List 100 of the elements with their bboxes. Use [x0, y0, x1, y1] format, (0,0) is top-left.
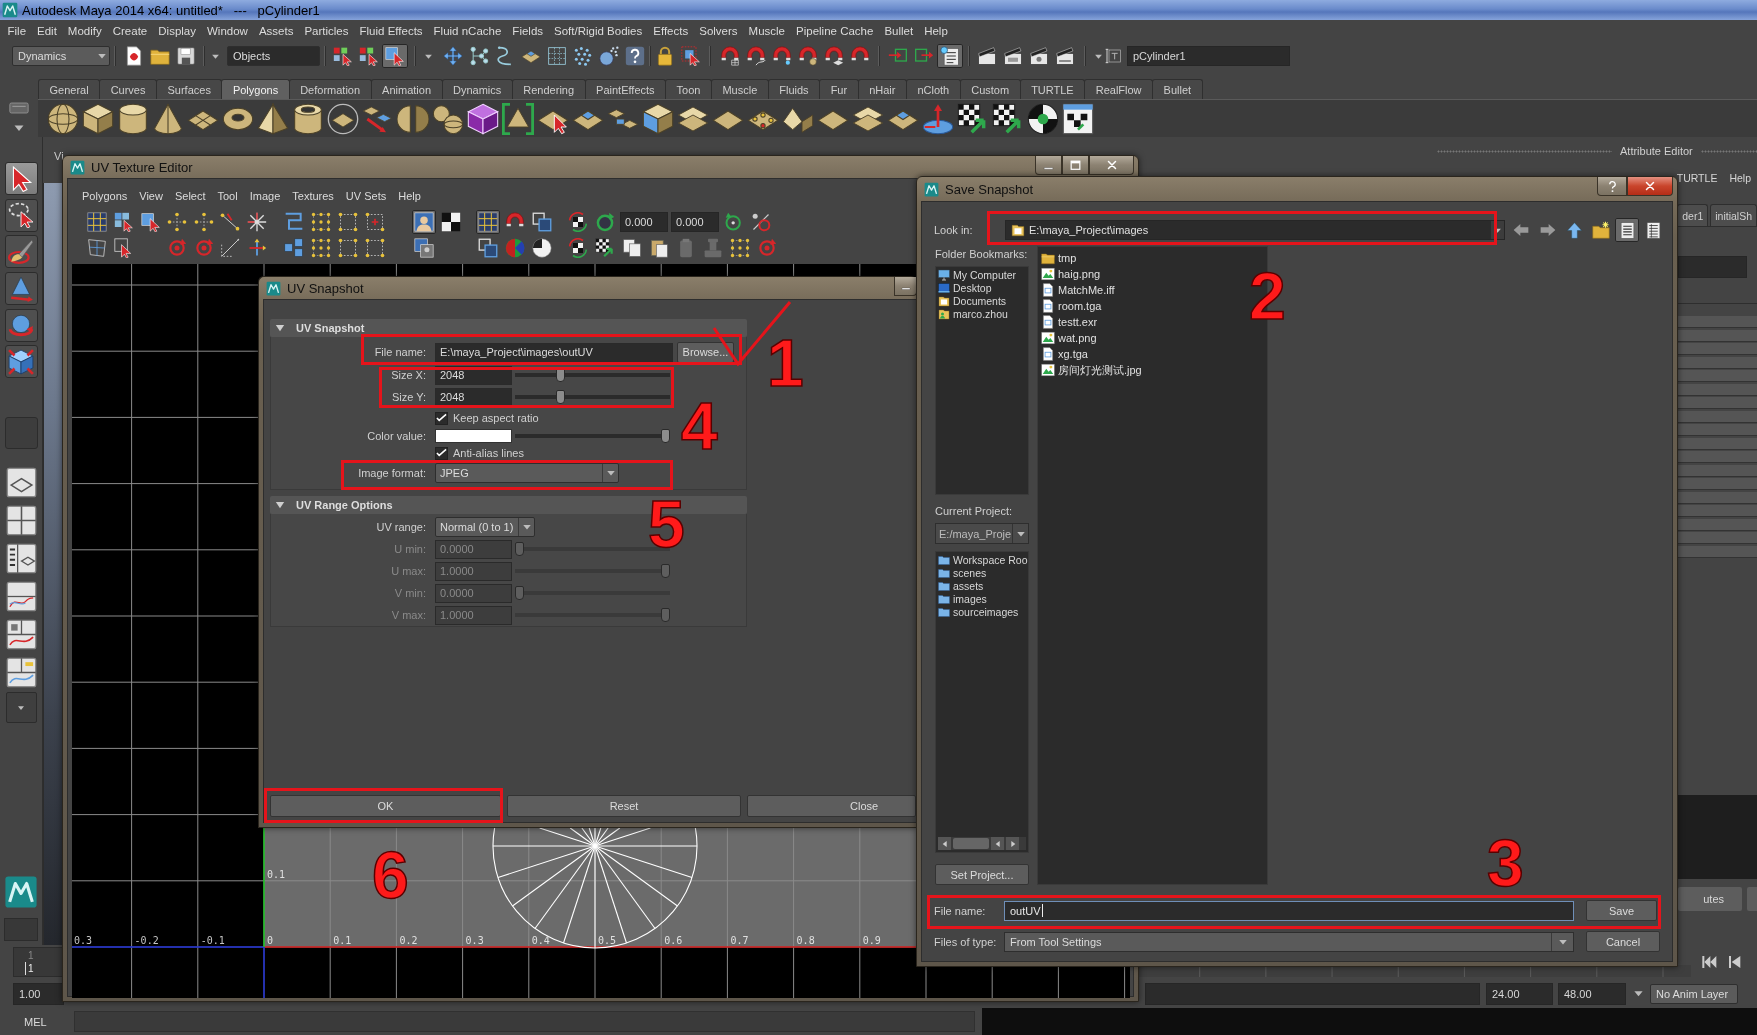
- panel-menu-item[interactable]: Vi: [54, 150, 64, 163]
- menu-item[interactable]: Bullet: [878, 22, 919, 40]
- bookmark-item[interactable]: marco.zhou: [938, 307, 1008, 320]
- pane-layout-icon[interactable]: [5, 466, 37, 498]
- list-entry[interactable]: room.tga: [1041, 298, 1102, 314]
- bookmark-item[interactable]: Desktop: [938, 281, 992, 294]
- pyramid-icon[interactable]: [257, 102, 289, 135]
- folder-item[interactable]: Workspace Roo: [938, 553, 1028, 566]
- dropdown[interactable]: Normal (0 to 1): [435, 517, 535, 537]
- caret-left-icon[interactable]: [940, 839, 949, 848]
- checker-window-icon[interactable]: [1062, 102, 1094, 135]
- menu-item[interactable]: Solvers: [693, 22, 744, 40]
- magnet-icon[interactable]: [720, 46, 740, 66]
- maximize-icon[interactable]: [1069, 158, 1082, 172]
- clapperboard-icon[interactable]: [1003, 46, 1023, 66]
- image-stack-icon[interactable]: [414, 237, 434, 258]
- square-cursor-icon[interactable]: [114, 237, 134, 258]
- slider-thumb[interactable]: [555, 390, 565, 404]
- caret-left-icon[interactable]: [993, 839, 1002, 848]
- folder-item[interactable]: scenes: [938, 566, 987, 579]
- copy-icon[interactable]: [622, 237, 642, 258]
- caret-right-icon[interactable]: [1008, 839, 1017, 848]
- minimize-button[interactable]: [1035, 156, 1062, 175]
- document-icon[interactable]: [124, 46, 144, 66]
- menu-item[interactable]: Polygons: [76, 187, 134, 205]
- list-entry[interactable]: xg.tga: [1041, 346, 1088, 362]
- end-time-field[interactable]: 24.00: [1486, 982, 1553, 1005]
- line-points-icon[interactable]: [220, 211, 240, 232]
- squares-arrow-icon[interactable]: [114, 211, 134, 232]
- ring-arrow-icon[interactable]: [751, 211, 771, 232]
- dotted-square-icon[interactable]: [365, 237, 385, 258]
- dotted-grid-icon[interactable]: [547, 46, 567, 66]
- split-sphere-icon[interactable]: [397, 102, 429, 135]
- close-icon[interactable]: [1105, 159, 1118, 171]
- slider-thumb[interactable]: [661, 429, 670, 443]
- slider-thumb[interactable]: [555, 368, 565, 382]
- dots-icon[interactable]: [573, 46, 593, 66]
- start-time-field[interactable]: 1.00: [13, 982, 64, 1005]
- burst-icon[interactable]: [247, 211, 267, 232]
- checkbox[interactable]: [435, 446, 448, 460]
- menu-item[interactable]: View: [133, 187, 169, 205]
- menu-item[interactable]: Soft/Rigid Bodies: [548, 22, 648, 40]
- menu-item[interactable]: Pipeline Cache: [790, 22, 879, 40]
- menu-item[interactable]: Create: [107, 22, 153, 40]
- color-swatch[interactable]: [435, 429, 512, 443]
- grid-icon[interactable]: [87, 211, 107, 232]
- magnet-icon[interactable]: [824, 46, 844, 66]
- scrollbar[interactable]: [938, 837, 1026, 850]
- menu-item[interactable]: Display: [152, 22, 202, 40]
- caret-icon[interactable]: [521, 522, 532, 532]
- attribute-button[interactable]: utes: [1678, 887, 1742, 911]
- save-button[interactable]: Save: [1586, 900, 1657, 921]
- close-button[interactable]: [1627, 177, 1673, 196]
- max-time-field[interactable]: 48.00: [1558, 982, 1626, 1005]
- magnet-icon[interactable]: [772, 46, 792, 66]
- shelf-tab[interactable]: Rendering: [511, 79, 586, 99]
- disc-arrow-icon[interactable]: [922, 102, 954, 135]
- dots-grid-icon[interactable]: [311, 211, 331, 232]
- folder-item[interactable]: images: [938, 592, 987, 605]
- set-project-button[interactable]: Set Project...: [935, 864, 1029, 885]
- dotted-cross-icon[interactable]: [194, 211, 214, 232]
- dotted-square-icon[interactable]: [365, 211, 385, 232]
- spray-icon[interactable]: [599, 46, 619, 66]
- menu-set-dropdown[interactable]: Dynamics: [12, 46, 110, 66]
- blocks-icon[interactable]: [284, 237, 304, 258]
- checker-arrows-icon[interactable]: [568, 211, 588, 232]
- scrollbar-thumb[interactable]: [953, 838, 989, 849]
- magnet-icon[interactable]: [798, 46, 818, 66]
- caret-icon[interactable]: [1632, 988, 1644, 999]
- dropdown[interactable]: JPEG: [435, 463, 619, 483]
- menu-item[interactable]: Help: [918, 22, 954, 40]
- look-in-dropdown[interactable]: E:\maya_Project\images: [1005, 220, 1505, 240]
- cube-icon[interactable]: [82, 102, 114, 135]
- checker-arrows-icon[interactable]: [568, 237, 588, 258]
- menu-item[interactable]: UV Sets: [339, 187, 393, 205]
- shelf-tab[interactable]: Polygons: [221, 79, 290, 99]
- clipboard-icon[interactable]: [649, 237, 669, 258]
- bracketed-pyramid-icon[interactable]: [502, 102, 534, 135]
- save-icon[interactable]: [176, 46, 196, 66]
- menu-item[interactable]: Textures: [286, 187, 340, 205]
- anim-layer-dropdown[interactable]: No Anim Layer: [1650, 983, 1738, 1004]
- two-pane-layout-icon[interactable]: [5, 542, 37, 574]
- overlapping-squares-icon[interactable]: [532, 211, 552, 232]
- warped-grid-icon[interactable]: [87, 237, 107, 258]
- clapperboard-icon[interactable]: [1029, 46, 1049, 66]
- dots-grid-icon[interactable]: [730, 237, 750, 258]
- menu-item[interactable]: Help: [1729, 171, 1751, 184]
- help-button[interactable]: [1597, 177, 1627, 196]
- menu-item[interactable]: Assets: [253, 22, 299, 40]
- cancel-button[interactable]: Cancel: [1586, 931, 1660, 952]
- four-pane-layout-icon[interactable]: [5, 504, 37, 536]
- sphere-icon[interactable]: [47, 102, 79, 135]
- shelf-tab[interactable]: Dynamics: [441, 79, 513, 99]
- minimize-button[interactable]: [894, 277, 917, 296]
- coordinate-field[interactable]: 0.000: [620, 211, 668, 232]
- dots-grid-icon[interactable]: [311, 237, 331, 258]
- menu-item[interactable]: Fluid nCache: [428, 22, 507, 40]
- arrow-up-icon[interactable]: [1565, 221, 1583, 239]
- checker-arrow-icon[interactable]: [595, 237, 615, 258]
- node-tab[interactable]: der1: [1677, 204, 1709, 226]
